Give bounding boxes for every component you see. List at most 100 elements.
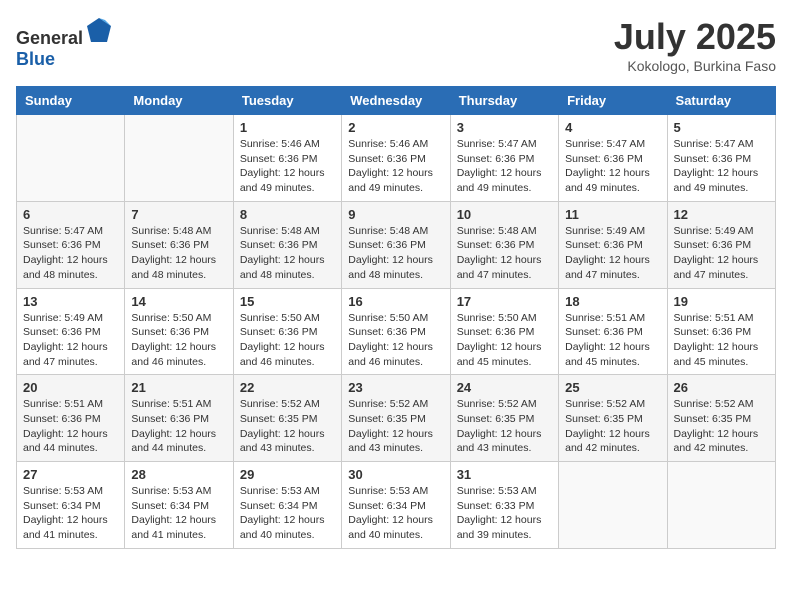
table-row: 16Sunrise: 5:50 AMSunset: 6:36 PMDayligh… <box>342 288 450 375</box>
logo-text: General Blue <box>16 16 113 70</box>
calendar-week-row: 6Sunrise: 5:47 AMSunset: 6:36 PMDaylight… <box>17 201 776 288</box>
day-number: 22 <box>240 380 335 395</box>
table-row: 19 Sunrise: 5:51 AMSunset: 6:36 PMDayligh… <box>667 288 775 375</box>
table-row: 9 Sunrise: 5:48 AMSunset: 6:36 PMDaylight… <box>342 201 450 288</box>
day-number: 15 <box>240 294 335 309</box>
day-number: 23 <box>348 380 443 395</box>
table-row: 26 Sunrise: 5:52 AMSunset: 6:35 PMDayligh… <box>667 375 775 462</box>
day-info: Sunrise: 5:48 AMSunset: 6:36 PMDaylight:… <box>457 224 552 283</box>
day-info: Sunrise: 5:47 AMSunset: 6:36 PMDaylight:… <box>674 137 769 196</box>
header-friday: Friday <box>559 87 667 115</box>
day-number: 25 <box>565 380 660 395</box>
day-info: Sunrise: 5:52 AMSunset: 6:35 PMDaylight:… <box>457 397 552 456</box>
day-number: 5 <box>674 120 769 135</box>
table-row: 2 Sunrise: 5:46 AMSunset: 6:36 PMDaylight… <box>342 115 450 202</box>
day-info: Sunrise: 5:47 AMSunset: 6:36 PMDaylight:… <box>565 137 660 196</box>
calendar-header-row: Sunday Monday Tuesday Wednesday Thursday… <box>17 87 776 115</box>
header-saturday: Saturday <box>667 87 775 115</box>
day-info: Sunrise: 5:53 AMSunset: 6:34 PMDaylight:… <box>240 484 335 543</box>
day-info: Sunrise: 5:46 AMSunset: 6:36 PMDaylight:… <box>348 137 443 196</box>
logo-general: General <box>16 28 83 48</box>
table-row: 30Sunrise: 5:53 AMSunset: 6:34 PMDayligh… <box>342 462 450 549</box>
day-number: 9 <box>348 207 443 222</box>
title-area: July 2025 Kokologo, Burkina Faso <box>614 16 776 74</box>
day-info: Sunrise: 5:49 AMSunset: 6:36 PMDaylight:… <box>674 224 769 283</box>
day-info: Sunrise: 5:53 AMSunset: 6:34 PMDaylight:… <box>348 484 443 543</box>
calendar-week-row: 1Sunrise: 5:46 AMSunset: 6:36 PMDaylight… <box>17 115 776 202</box>
day-info: Sunrise: 5:50 AMSunset: 6:36 PMDaylight:… <box>348 311 443 370</box>
day-info: Sunrise: 5:51 AMSunset: 6:36 PMDaylight:… <box>131 397 226 456</box>
table-row <box>559 462 667 549</box>
day-info: Sunrise: 5:52 AMSunset: 6:35 PMDaylight:… <box>348 397 443 456</box>
table-row: 22 Sunrise: 5:52 AMSunset: 6:35 PMDayligh… <box>233 375 341 462</box>
table-row: 18Sunrise: 5:51 AMSunset: 6:36 PMDayligh… <box>559 288 667 375</box>
day-number: 28 <box>131 467 226 482</box>
table-row: 25 Sunrise: 5:52 AMSunset: 6:35 PMDayligh… <box>559 375 667 462</box>
day-number: 7 <box>131 207 226 222</box>
table-row: 31 Sunrise: 5:53 AMSunset: 6:33 PMDayligh… <box>450 462 558 549</box>
header-thursday: Thursday <box>450 87 558 115</box>
day-number: 21 <box>131 380 226 395</box>
table-row: 6Sunrise: 5:47 AMSunset: 6:36 PMDaylight… <box>17 201 125 288</box>
day-number: 29 <box>240 467 335 482</box>
day-info: Sunrise: 5:52 AMSunset: 6:35 PMDaylight:… <box>674 397 769 456</box>
day-info: Sunrise: 5:51 AMSunset: 6:36 PMDaylight:… <box>565 311 660 370</box>
table-row: 10 Sunrise: 5:48 AMSunset: 6:36 PMDayligh… <box>450 201 558 288</box>
header-monday: Monday <box>125 87 233 115</box>
month-year-title: July 2025 <box>614 16 776 58</box>
logo-icon <box>85 16 113 44</box>
day-info: Sunrise: 5:53 AMSunset: 6:33 PMDaylight:… <box>457 484 552 543</box>
table-row: 12Sunrise: 5:49 AMSunset: 6:36 PMDayligh… <box>667 201 775 288</box>
table-row: 7 Sunrise: 5:48 AMSunset: 6:36 PMDaylight… <box>125 201 233 288</box>
day-info: Sunrise: 5:48 AMSunset: 6:36 PMDaylight:… <box>131 224 226 283</box>
day-info: Sunrise: 5:52 AMSunset: 6:35 PMDaylight:… <box>565 397 660 456</box>
table-row: 29 Sunrise: 5:53 AMSunset: 6:34 PMDayligh… <box>233 462 341 549</box>
day-number: 20 <box>23 380 118 395</box>
day-number: 3 <box>457 120 552 135</box>
table-row: 27 Sunrise: 5:53 AMSunset: 6:34 PMDayligh… <box>17 462 125 549</box>
day-info: Sunrise: 5:53 AMSunset: 6:34 PMDaylight:… <box>131 484 226 543</box>
day-number: 4 <box>565 120 660 135</box>
day-info: Sunrise: 5:47 AMSunset: 6:36 PMDaylight:… <box>457 137 552 196</box>
day-number: 8 <box>240 207 335 222</box>
table-row: 14Sunrise: 5:50 AMSunset: 6:36 PMDayligh… <box>125 288 233 375</box>
day-info: Sunrise: 5:48 AMSunset: 6:36 PMDaylight:… <box>348 224 443 283</box>
day-info: Sunrise: 5:51 AMSunset: 6:36 PMDaylight:… <box>674 311 769 370</box>
day-number: 27 <box>23 467 118 482</box>
table-row <box>17 115 125 202</box>
table-row: 1Sunrise: 5:46 AMSunset: 6:36 PMDaylight… <box>233 115 341 202</box>
table-row: 15 Sunrise: 5:50 AMSunset: 6:36 PMDayligh… <box>233 288 341 375</box>
header-sunday: Sunday <box>17 87 125 115</box>
table-row: 3 Sunrise: 5:47 AMSunset: 6:36 PMDaylight… <box>450 115 558 202</box>
day-info: Sunrise: 5:49 AMSunset: 6:36 PMDaylight:… <box>23 311 118 370</box>
day-number: 11 <box>565 207 660 222</box>
calendar-week-row: 20 Sunrise: 5:51 AMSunset: 6:36 PMDayligh… <box>17 375 776 462</box>
day-info: Sunrise: 5:50 AMSunset: 6:36 PMDaylight:… <box>131 311 226 370</box>
logo: General Blue <box>16 16 113 70</box>
table-row: 4 Sunrise: 5:47 AMSunset: 6:36 PMDaylight… <box>559 115 667 202</box>
day-info: Sunrise: 5:48 AMSunset: 6:36 PMDaylight:… <box>240 224 335 283</box>
table-row: 24 Sunrise: 5:52 AMSunset: 6:35 PMDayligh… <box>450 375 558 462</box>
table-row: 23 Sunrise: 5:52 AMSunset: 6:35 PMDayligh… <box>342 375 450 462</box>
day-info: Sunrise: 5:51 AMSunset: 6:36 PMDaylight:… <box>23 397 118 456</box>
day-number: 31 <box>457 467 552 482</box>
day-info: Sunrise: 5:50 AMSunset: 6:36 PMDaylight:… <box>240 311 335 370</box>
day-number: 19 <box>674 294 769 309</box>
day-number: 24 <box>457 380 552 395</box>
day-number: 2 <box>348 120 443 135</box>
header-tuesday: Tuesday <box>233 87 341 115</box>
day-number: 26 <box>674 380 769 395</box>
table-row: 28 Sunrise: 5:53 AMSunset: 6:34 PMDayligh… <box>125 462 233 549</box>
table-row: 8 Sunrise: 5:48 AMSunset: 6:36 PMDaylight… <box>233 201 341 288</box>
table-row <box>667 462 775 549</box>
day-info: Sunrise: 5:46 AMSunset: 6:36 PMDaylight:… <box>240 137 335 196</box>
day-number: 10 <box>457 207 552 222</box>
table-row <box>125 115 233 202</box>
day-info: Sunrise: 5:50 AMSunset: 6:36 PMDaylight:… <box>457 311 552 370</box>
calendar-week-row: 27 Sunrise: 5:53 AMSunset: 6:34 PMDayligh… <box>17 462 776 549</box>
table-row: 11Sunrise: 5:49 AMSunset: 6:36 PMDayligh… <box>559 201 667 288</box>
calendar-week-row: 13Sunrise: 5:49 AMSunset: 6:36 PMDayligh… <box>17 288 776 375</box>
day-info: Sunrise: 5:52 AMSunset: 6:35 PMDaylight:… <box>240 397 335 456</box>
table-row: 13Sunrise: 5:49 AMSunset: 6:36 PMDayligh… <box>17 288 125 375</box>
day-info: Sunrise: 5:53 AMSunset: 6:34 PMDaylight:… <box>23 484 118 543</box>
